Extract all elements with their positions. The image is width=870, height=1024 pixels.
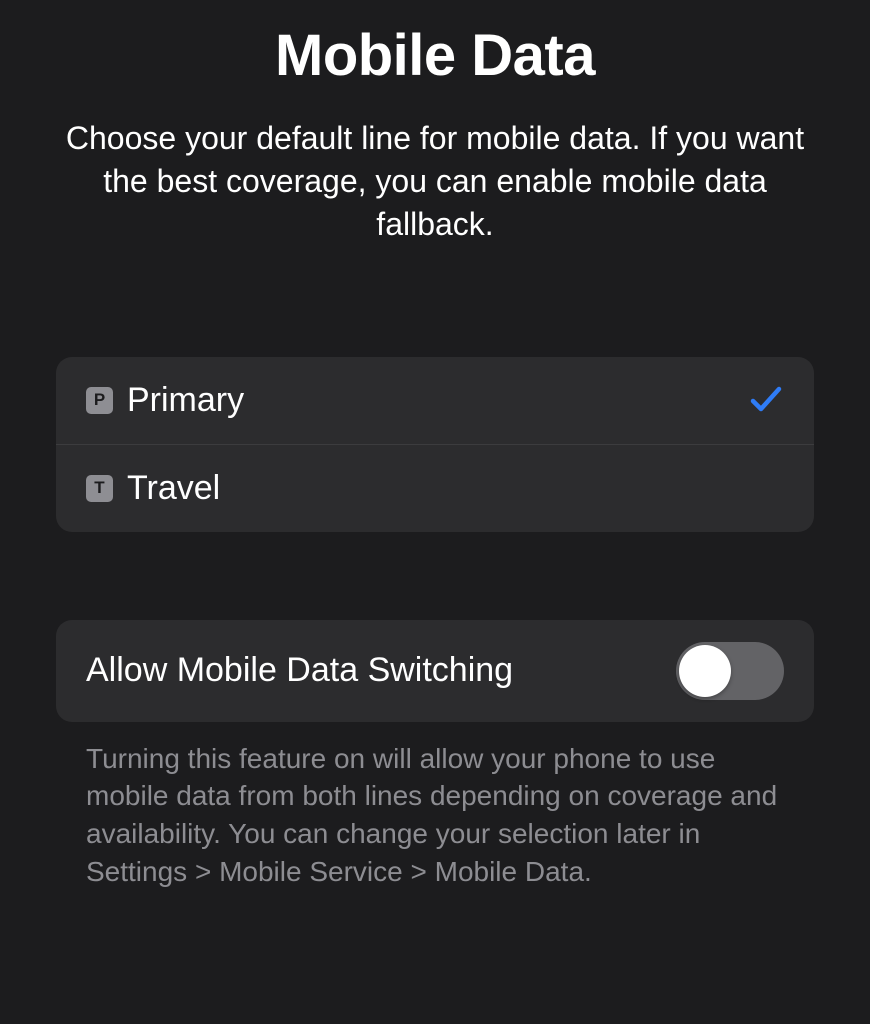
lines-list: P Primary T Travel xyxy=(56,357,814,532)
data-switching-row: Allow Mobile Data Switching xyxy=(56,620,814,722)
line-badge-icon: P xyxy=(86,387,113,414)
checkmark-icon xyxy=(748,382,784,418)
page-title: Mobile Data xyxy=(28,22,842,89)
line-label: Travel xyxy=(127,469,784,508)
line-row-primary[interactable]: P Primary xyxy=(56,357,814,444)
line-badge-icon: T xyxy=(86,475,113,502)
toggle-label: Allow Mobile Data Switching xyxy=(86,651,676,690)
toggle-knob xyxy=(679,645,731,697)
line-label: Primary xyxy=(127,381,748,420)
data-switching-toggle[interactable] xyxy=(676,642,784,700)
page-subtitle: Choose your default line for mobile data… xyxy=(55,117,815,247)
footer-description: Turning this feature on will allow your … xyxy=(86,740,784,891)
line-row-travel[interactable]: T Travel xyxy=(56,444,814,532)
